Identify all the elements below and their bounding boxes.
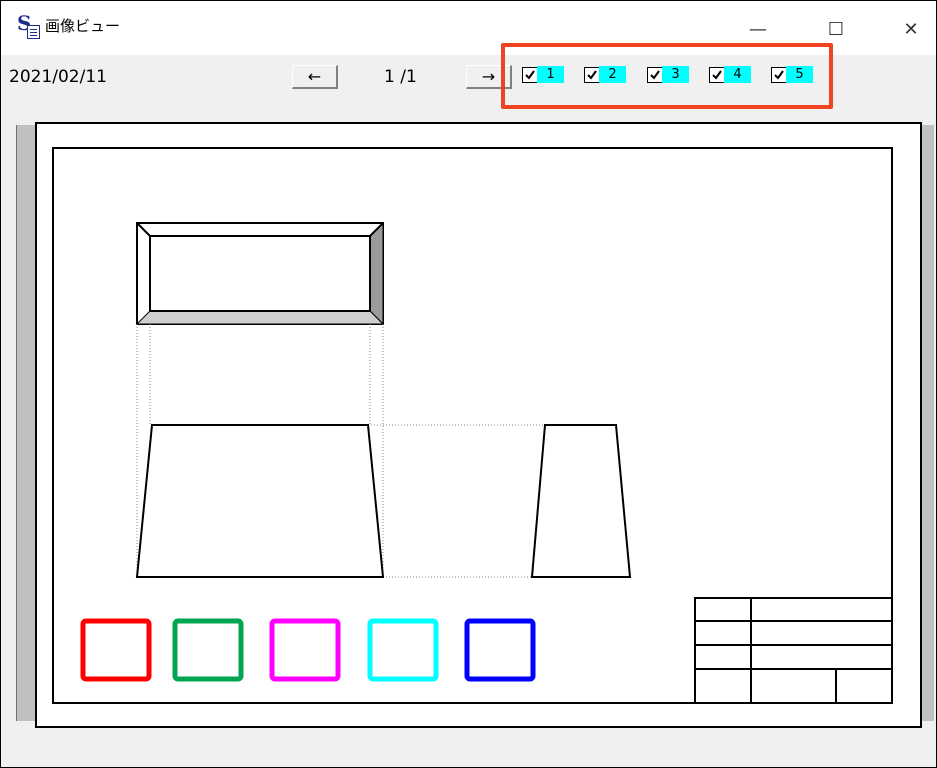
title-block (694, 597, 893, 704)
checkbox-icon[interactable] (584, 67, 600, 83)
date-label: 2021/02/11 (9, 67, 107, 87)
projection-lines (136, 324, 545, 578)
side-view-part (530, 424, 632, 578)
layer-label: 3 (662, 66, 689, 83)
layer-toggle-1[interactable]: 1 (522, 65, 566, 87)
color-legend (80, 618, 536, 682)
checkbox-icon[interactable] (647, 67, 663, 83)
legend-swatch-5 (464, 618, 536, 682)
layer-toggle-3[interactable]: 3 (647, 65, 691, 87)
drawing-canvas (35, 122, 922, 728)
top-view-part (135, 221, 385, 326)
layer-label: 5 (786, 66, 813, 83)
page-indicator: 1 /1 (384, 67, 417, 87)
checkbox-icon[interactable] (709, 67, 725, 83)
front-view-part (135, 424, 385, 578)
legend-swatch-4 (367, 618, 439, 682)
legend-swatch-1 (80, 618, 152, 682)
layer-toggle-2[interactable]: 2 (584, 65, 628, 87)
layer-toggle-5[interactable]: 5 (771, 65, 815, 87)
right-scroll-edge[interactable] (920, 125, 934, 721)
layer-toggle-4[interactable]: 4 (709, 65, 753, 87)
image-viewer-window: S 画像ビュー — ☐ ✕ 2021/02/11 ← 1 /1 → 1 2 3 … (0, 0, 937, 768)
checkbox-icon[interactable] (522, 67, 538, 83)
layer-label: 1 (537, 66, 564, 83)
window-title: 画像ビュー (45, 17, 121, 35)
legend-swatch-2 (172, 618, 244, 682)
app-icon: S (17, 11, 41, 39)
legend-swatch-3 (269, 618, 341, 682)
layer-label: 4 (724, 66, 751, 83)
drawing-svg (52, 147, 893, 704)
left-scroll-edge[interactable] (16, 125, 36, 721)
close-button[interactable]: ✕ (888, 9, 934, 49)
prev-page-button[interactable]: ← (292, 65, 338, 89)
checkbox-icon[interactable] (771, 67, 787, 83)
layer-label: 2 (599, 66, 626, 83)
